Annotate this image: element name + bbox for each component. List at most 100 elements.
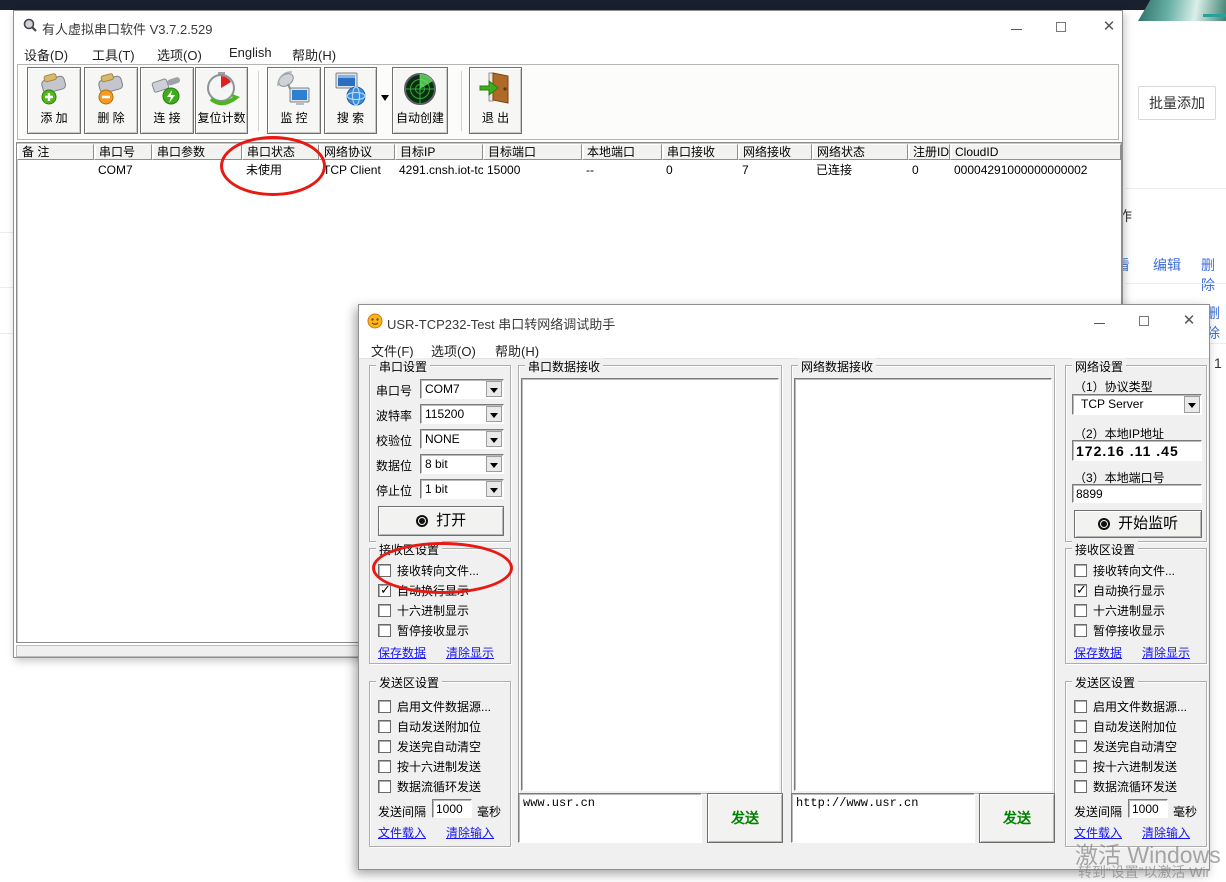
checkbox-loop-send[interactable]: 数据流循环发送 bbox=[378, 778, 481, 794]
col-net-protocol[interactable]: 网络协议 bbox=[319, 144, 395, 160]
checkbox-pause-recv-net[interactable]: 暂停接收显示 bbox=[1074, 622, 1165, 638]
col-net-recv[interactable]: 网络接收 bbox=[738, 144, 812, 160]
checkbox-hex-send-net[interactable]: 按十六进制发送 bbox=[1074, 758, 1177, 774]
col-remark[interactable]: 备 注 bbox=[17, 144, 94, 160]
checkbox-loop-send-net[interactable]: 数据流循环发送 bbox=[1074, 778, 1177, 794]
chevron-down-icon[interactable] bbox=[486, 481, 502, 497]
test-window-title: USR-TCP232-Test 串口转网络调试助手 bbox=[387, 314, 615, 333]
menu-options[interactable]: 选项(O) bbox=[431, 341, 476, 360]
col-cloud-id[interactable]: CloudID bbox=[950, 144, 1121, 160]
recv-settings-group-net: 接收区设置 接收转向文件... 自动换行显示 十六进制显示 暂停接收显示 保存数… bbox=[1065, 548, 1207, 664]
com-port-select[interactable]: COM7 bbox=[420, 379, 504, 399]
col-local-port[interactable]: 本地端口 bbox=[582, 144, 662, 160]
label-parity: 校验位 bbox=[376, 432, 412, 449]
close-button[interactable]: ✕ bbox=[1174, 311, 1204, 331]
baud-rate-select[interactable]: 115200 bbox=[420, 404, 504, 424]
col-target-port[interactable]: 目标端口 bbox=[483, 144, 582, 160]
vcom-titlebar[interactable]: 有人虚拟串口软件 V3.7.2.529 ✕ bbox=[14, 11, 1122, 41]
clear-display-link-net[interactable]: 清除显示 bbox=[1142, 644, 1190, 661]
local-ip-input[interactable]: 172.16 .11 .45 bbox=[1072, 440, 1202, 461]
protocol-select[interactable]: TCP Server bbox=[1072, 394, 1202, 415]
search-dropdown-arrow-icon[interactable] bbox=[381, 95, 389, 101]
checkbox-recv-to-file-net[interactable]: 接收转向文件... bbox=[1074, 562, 1175, 578]
col-serial-recv[interactable]: 串口接收 bbox=[662, 144, 738, 160]
network-send-button[interactable]: 发送 bbox=[979, 793, 1055, 843]
minimize-button[interactable] bbox=[1001, 17, 1031, 37]
minimize-button[interactable] bbox=[1084, 311, 1114, 331]
file-load-link[interactable]: 文件载入 bbox=[378, 824, 426, 841]
start-listen-button[interactable]: 开始监听 bbox=[1074, 510, 1202, 538]
clear-input-link[interactable]: 清除输入 bbox=[446, 824, 494, 841]
toolbar-label: 复位计数 bbox=[196, 109, 247, 126]
checkbox-clear-after-send-net[interactable]: 发送完自动清空 bbox=[1074, 738, 1177, 754]
toolbar-separator bbox=[258, 71, 259, 131]
page-link-delete[interactable]: 删除 bbox=[1201, 255, 1226, 295]
menu-device[interactable]: 设备(D) bbox=[24, 45, 68, 64]
clear-display-link[interactable]: 清除显示 bbox=[446, 644, 494, 661]
checkbox-hex-display-net[interactable]: 十六进制显示 bbox=[1074, 602, 1165, 618]
serial-recv-textarea[interactable] bbox=[521, 378, 779, 791]
checkbox-icon bbox=[378, 780, 391, 793]
save-data-link-net[interactable]: 保存数据 bbox=[1074, 644, 1122, 661]
send-interval-input-net[interactable]: 1000 bbox=[1128, 799, 1168, 818]
page-link-edit[interactable]: 编辑 bbox=[1153, 255, 1181, 275]
send-interval-input[interactable]: 1000 bbox=[432, 799, 472, 818]
checkbox-hex-display[interactable]: 十六进制显示 bbox=[378, 602, 469, 618]
serial-send-button[interactable]: 发送 bbox=[707, 793, 783, 843]
menu-tools[interactable]: 工具(T) bbox=[92, 45, 135, 64]
network-recv-textarea[interactable] bbox=[794, 378, 1052, 791]
data-bits-select[interactable]: 8 bit bbox=[420, 454, 504, 474]
col-net-status[interactable]: 网络状态 bbox=[812, 144, 908, 160]
parity-select[interactable]: NONE bbox=[420, 429, 504, 449]
exit-button[interactable]: 退 出 bbox=[469, 67, 522, 134]
chevron-down-icon[interactable] bbox=[486, 406, 502, 422]
col-target-ip[interactable]: 目标IP bbox=[395, 144, 483, 160]
label-baud-rate: 波特率 bbox=[376, 407, 412, 424]
network-send-input[interactable]: http://www.usr.cn bbox=[791, 793, 975, 843]
radio-dot-icon bbox=[416, 515, 428, 527]
test-titlebar[interactable]: USR-TCP232-Test 串口转网络调试助手 ✕ bbox=[359, 305, 1209, 337]
checkbox-auto-append-net[interactable]: 自动发送附加位 bbox=[1074, 718, 1177, 734]
auto-create-button[interactable]: 自动创建 bbox=[392, 67, 448, 134]
chevron-down-icon[interactable] bbox=[486, 431, 502, 447]
checkbox-pause-recv[interactable]: 暂停接收显示 bbox=[378, 622, 469, 638]
checkbox-auto-wrap-net[interactable]: 自动换行显示 bbox=[1074, 582, 1165, 598]
open-port-button[interactable]: 打开 bbox=[378, 506, 504, 536]
col-reg-id[interactable]: 注册ID bbox=[908, 144, 950, 160]
checkbox-file-source[interactable]: 启用文件数据源... bbox=[378, 698, 491, 714]
connect-button[interactable]: 连 接 bbox=[140, 67, 194, 134]
add-button[interactable]: 添 加 bbox=[27, 67, 81, 134]
toolbar-label: 自动创建 bbox=[393, 109, 447, 126]
monitor-button[interactable]: 监 控 bbox=[267, 67, 321, 134]
test-window: USR-TCP232-Test 串口转网络调试助手 ✕ 文件(F) 选项(O) … bbox=[358, 304, 1210, 870]
chevron-down-icon[interactable] bbox=[486, 456, 502, 472]
checkbox-clear-after-send[interactable]: 发送完自动清空 bbox=[378, 738, 481, 754]
chevron-down-icon[interactable] bbox=[1184, 396, 1200, 413]
local-port-input[interactable]: 8899 bbox=[1072, 484, 1202, 503]
chevron-down-icon[interactable] bbox=[486, 381, 502, 397]
stop-bits-select[interactable]: 1 bit bbox=[420, 479, 504, 499]
send-interval-label-net: 发送间隔 bbox=[1074, 803, 1122, 820]
checkbox-file-source-net[interactable]: 启用文件数据源... bbox=[1074, 698, 1187, 714]
checkbox-icon bbox=[1074, 564, 1087, 577]
protocol-type-label: （1）协议类型 bbox=[1074, 378, 1153, 395]
menu-help[interactable]: 帮助(H) bbox=[292, 45, 336, 64]
maximize-button[interactable] bbox=[1129, 311, 1159, 331]
search-button[interactable]: 搜 索 bbox=[324, 67, 377, 134]
serial-send-input[interactable]: www.usr.cn bbox=[518, 793, 702, 843]
col-port[interactable]: 串口号 bbox=[94, 144, 152, 160]
network-search-icon bbox=[333, 70, 369, 110]
toolbar-label: 监 控 bbox=[268, 109, 320, 126]
checkbox-icon bbox=[378, 740, 391, 753]
save-data-link[interactable]: 保存数据 bbox=[378, 644, 426, 661]
delete-button[interactable]: 删 除 bbox=[84, 67, 138, 134]
menu-english[interactable]: English bbox=[229, 45, 272, 60]
checkbox-hex-send[interactable]: 按十六进制发送 bbox=[378, 758, 481, 774]
maximize-button[interactable] bbox=[1046, 17, 1076, 37]
menu-options[interactable]: 选项(O) bbox=[157, 45, 202, 64]
batch-add-button[interactable]: 批量添加 bbox=[1138, 86, 1216, 120]
close-button[interactable]: ✕ bbox=[1094, 17, 1124, 37]
checkbox-auto-append[interactable]: 自动发送附加位 bbox=[378, 718, 481, 734]
reset-count-button[interactable]: 复位计数 bbox=[195, 67, 248, 134]
checkbox-icon bbox=[378, 720, 391, 733]
